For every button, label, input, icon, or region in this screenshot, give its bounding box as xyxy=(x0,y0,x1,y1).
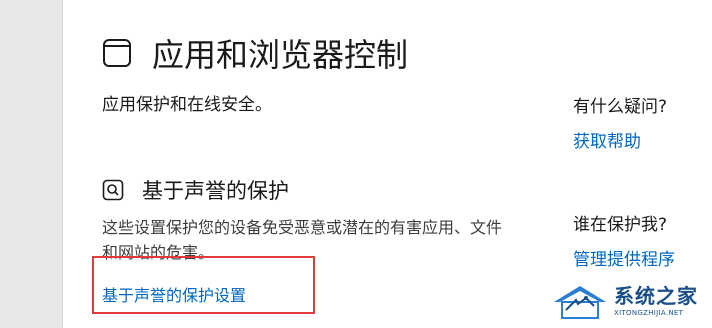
reputation-section-header: 基于声誉的保护 xyxy=(102,175,289,205)
help-heading: 有什么疑问? xyxy=(573,97,668,117)
reputation-settings-link[interactable]: 基于声誉的保护设置 xyxy=(102,282,246,306)
page-title: 应用和浏览器控制 xyxy=(152,36,409,74)
house-logo-icon xyxy=(554,285,606,319)
navigation-divider xyxy=(62,0,63,328)
app-browser-window-icon xyxy=(103,39,131,67)
navigation-pane xyxy=(0,0,62,328)
watermark-name: 系统之家 xyxy=(614,284,698,308)
app-browser-control-page: 应用和浏览器控制 应用保护和在线安全。 基于声誉的保护 这些设置保护您的设备免受… xyxy=(0,0,712,328)
get-help-link[interactable]: 获取帮助 xyxy=(573,127,641,152)
page-description: 应用保护和在线安全。 xyxy=(102,95,272,115)
site-watermark: 系统之家 XITONGZHIJIA.NET xyxy=(552,275,712,328)
watermark-text: 系统之家 XITONGZHIJIA.NET xyxy=(614,286,698,317)
manage-providers-link[interactable]: 管理提供程序 xyxy=(573,245,675,270)
reputation-section-description: 这些设置保护您的设备免受恶意或潜在的有害应用、文件和网站的危害。 xyxy=(102,218,503,262)
watermark-domain: XITONGZHIJIA.NET xyxy=(614,309,684,317)
reputation-section-title: 基于声誉的保护 xyxy=(142,179,289,203)
page-header: 应用和浏览器控制 xyxy=(102,30,408,76)
reputation-search-icon xyxy=(102,179,124,201)
protect-heading: 谁在保护我? xyxy=(573,215,668,235)
